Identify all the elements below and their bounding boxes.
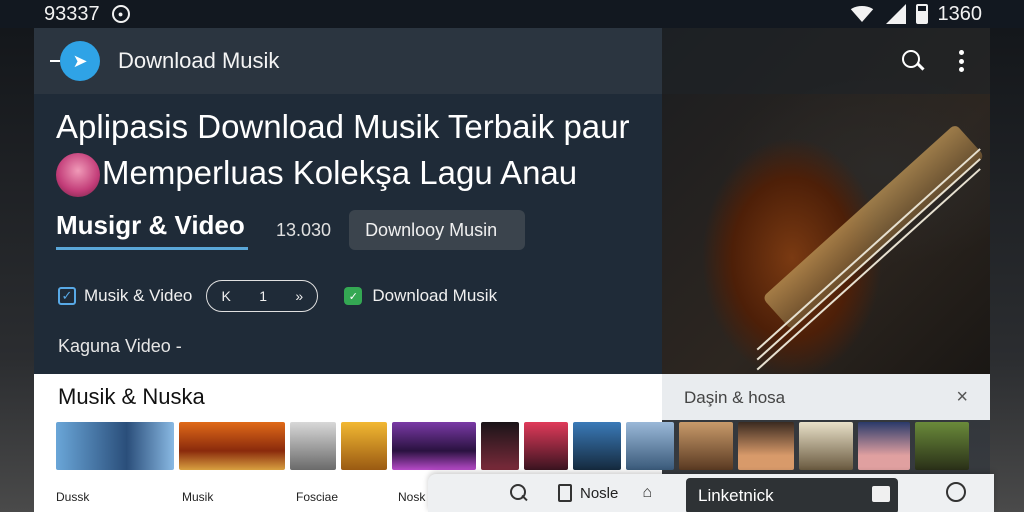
thumbnail[interactable] [481, 422, 519, 470]
mini-player[interactable]: K 1 » [206, 280, 319, 312]
prev-icon[interactable]: K [222, 288, 231, 304]
thumbnail[interactable] [915, 422, 969, 470]
item-count: 13.030 [276, 219, 332, 240]
thumb-label: Musik [182, 490, 214, 504]
headline-line-1: Aplipasis Download Musik Terbaik paur [56, 108, 630, 145]
tab-music-video[interactable]: Musigr & Video [56, 210, 248, 250]
section-title: Musik & Nuska [58, 384, 205, 409]
guitar-neck [762, 123, 985, 331]
next-icon[interactable]: » [295, 288, 303, 304]
search-icon[interactable] [902, 50, 924, 72]
thumbnail[interactable] [392, 422, 476, 470]
filter-row: ✓ Musik & Video K 1 » ✓ Download Musik [58, 280, 497, 312]
thumb-label: Fosciae [296, 490, 339, 504]
toolbar-doc-label[interactable]: Nosle [580, 485, 618, 502]
left-edge [0, 0, 34, 512]
thumbnail[interactable] [573, 422, 621, 470]
grid-icon[interactable] [872, 486, 890, 502]
link-field-text: Linketnick [698, 486, 774, 505]
checkbox-icon[interactable]: ✓ [58, 287, 76, 305]
search-icon[interactable] [510, 484, 528, 502]
thumbnail[interactable] [679, 422, 733, 470]
status-time: 93337 [44, 2, 100, 25]
wifi-icon [847, 6, 876, 22]
bookmark-icon[interactable]: ⌂ [642, 484, 652, 502]
status-right-text: 1360 [937, 2, 983, 25]
thumbnail-strip [56, 422, 969, 470]
video-label[interactable]: Kaguna Video - [58, 336, 182, 357]
thumbnail[interactable] [858, 422, 910, 470]
status-bar: 93337 ● 1360 [0, 0, 1024, 28]
thumbnail-labels: Dussk Musik Fosciae Nosk [56, 490, 425, 504]
screen: 93337 ● 1360 ➤ Download Musik Aplipasis … [0, 0, 1024, 512]
signal-icon [885, 4, 906, 24]
thumbnail[interactable] [341, 422, 387, 470]
thumb-label: Nosk [398, 490, 426, 504]
thumbnail[interactable] [524, 422, 568, 470]
download-check-icon[interactable]: ✓ [344, 287, 363, 305]
headline-line-2: Memperluas Kolekşa Lagu Anau [56, 150, 676, 198]
side-panel-header: Daşin & hosa × [662, 374, 990, 420]
thumbnail[interactable] [799, 422, 853, 470]
guitar-string [756, 168, 981, 371]
avatar [56, 153, 100, 198]
back-icon[interactable] [50, 60, 60, 62]
chat-icon[interactable] [946, 482, 966, 502]
thumbnail[interactable] [290, 422, 336, 470]
app-title: Download Musik [118, 48, 280, 73]
bottom-toolbar: Nosle ⌂ Linketnick [428, 474, 994, 512]
hero-panel: ➤ Download Musik Aplipasis Download Musi… [34, 28, 990, 374]
thumbnail[interactable] [626, 422, 674, 470]
app-bar-actions [662, 28, 990, 94]
thumbnail[interactable] [56, 422, 174, 470]
check-label-download: Download Musik [372, 286, 498, 305]
sync-icon: ● [111, 5, 130, 23]
document-icon[interactable] [558, 484, 572, 502]
page-headline: Aplipasis Download Musik Terbaik paur Me… [56, 104, 676, 198]
headline-line-2-text: Memperluas Kolekşa Lagu Anau [102, 154, 578, 191]
app-bar: ➤ Download Musik [34, 28, 662, 94]
link-field[interactable]: Linketnick [686, 478, 898, 512]
app-logo-icon: ➤ [60, 41, 100, 81]
thumbnail[interactable] [738, 422, 794, 470]
battery-icon [915, 4, 928, 24]
check-label-music-video: Musik & Video [84, 286, 193, 305]
tab-row: Musigr & Video 13.030 Downlooy Musin [56, 210, 526, 250]
thumbnail[interactable] [179, 422, 285, 470]
thumb-label: Dussk [56, 490, 90, 504]
side-panel-title: Daşin & hosa [684, 388, 786, 407]
close-icon[interactable]: × [956, 386, 968, 409]
play-icon[interactable]: 1 [259, 288, 267, 304]
more-options-icon[interactable] [958, 50, 964, 72]
download-button[interactable]: Downlooy Musin [349, 210, 526, 250]
guitar-string [756, 158, 981, 361]
right-edge [990, 0, 1024, 512]
guitar-string [756, 148, 981, 351]
